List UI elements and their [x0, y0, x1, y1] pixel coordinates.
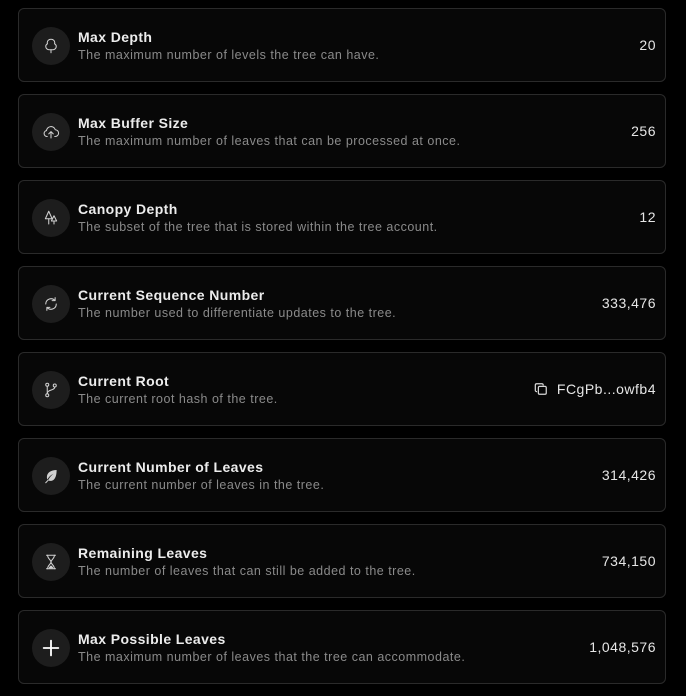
- stat-title: Current Number of Leaves: [78, 459, 264, 475]
- leaf-icon: [32, 457, 70, 495]
- stat-value-text: 333,476: [601, 295, 656, 311]
- stat-description: The maximum number of levels the tree ca…: [78, 48, 380, 62]
- stat-card-max-buffer-size: Max Buffer Size The maximum number of le…: [18, 94, 666, 168]
- stat-description: The maximum number of leaves that can be…: [78, 134, 461, 148]
- tree-stats-list: Max Depth The maximum number of levels t…: [18, 8, 666, 696]
- stat-value-text: 12: [639, 209, 656, 225]
- copy-icon[interactable]: [534, 382, 548, 396]
- stat-title: Canopy Depth: [78, 201, 178, 217]
- stat-value-text: 314,426: [601, 467, 656, 483]
- trees-icon: [32, 199, 70, 237]
- stat-title: Current Sequence Number: [78, 287, 265, 303]
- stat-title: Max Possible Leaves: [78, 631, 226, 647]
- stat-value-text: 20: [639, 37, 656, 53]
- stat-card-max-depth: Max Depth The maximum number of levels t…: [18, 8, 666, 82]
- stat-title: Remaining Leaves: [78, 545, 208, 561]
- stat-value: 20: [639, 36, 656, 54]
- stat-description: The number used to differentiate updates…: [78, 306, 397, 320]
- stat-value-text: 734,150: [601, 553, 656, 569]
- plus-icon: [32, 629, 70, 667]
- stat-card-max-possible-leaves: Max Possible Leaves The maximum number o…: [18, 610, 666, 684]
- stat-description: The subset of the tree that is stored wi…: [78, 220, 438, 234]
- stat-description: The current root hash of the tree.: [78, 392, 278, 406]
- stat-value: FCgPb...owfb4: [534, 380, 656, 398]
- stat-value-text: 256: [631, 123, 656, 139]
- stat-card-current-number-of-leaves: Current Number of Leaves The current num…: [18, 438, 666, 512]
- stat-title: Max Buffer Size: [78, 115, 189, 131]
- stat-value: 314,426: [602, 466, 656, 484]
- stat-description: The current number of leaves in the tree…: [78, 478, 325, 492]
- cloud-upload-icon: [32, 113, 70, 151]
- refresh-icon: [32, 285, 70, 323]
- tree-icon: [32, 27, 70, 65]
- stat-value: 1,048,576: [589, 638, 656, 656]
- stat-title: Current Root: [78, 373, 170, 389]
- stat-value: 333,476: [602, 294, 656, 312]
- stat-card-current-root: Current Root The current root hash of th…: [18, 352, 666, 426]
- stat-card-current-sequence-number: Current Sequence Number The number used …: [18, 266, 666, 340]
- stat-title: Max Depth: [78, 29, 153, 45]
- stat-value: 12: [639, 208, 656, 226]
- current-root-hash[interactable]: FCgPb...owfb4: [557, 380, 656, 398]
- hourglass-icon: [32, 543, 70, 581]
- stat-value: 734,150: [602, 552, 656, 570]
- stat-description: The number of leaves that can still be a…: [78, 564, 416, 578]
- stat-value-text: 1,048,576: [589, 639, 656, 655]
- stat-card-remaining-leaves: Remaining Leaves The number of leaves th…: [18, 524, 666, 598]
- stat-value: 256: [631, 122, 656, 140]
- stat-description: The maximum number of leaves that the tr…: [78, 650, 466, 664]
- stat-card-canopy-depth: Canopy Depth The subset of the tree that…: [18, 180, 666, 254]
- git-branch-icon: [32, 371, 70, 409]
